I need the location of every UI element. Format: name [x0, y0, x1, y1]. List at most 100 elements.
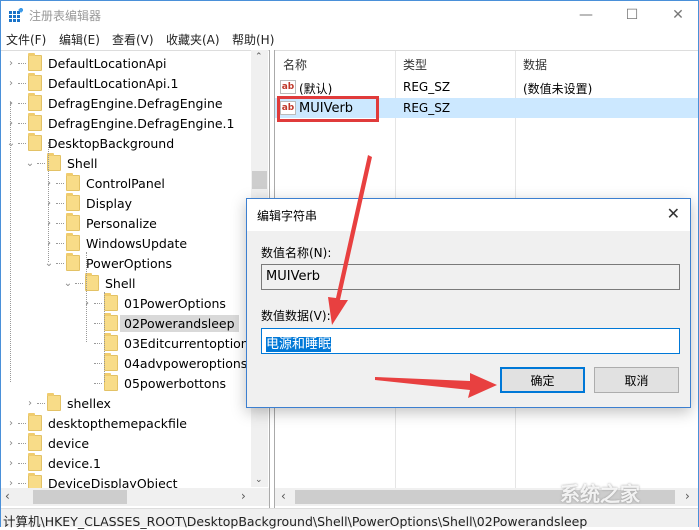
value-data-input[interactable]: 电源和睡眠: [261, 328, 680, 354]
tree-connector: [37, 162, 45, 164]
chevron-right-icon[interactable]: ›: [44, 238, 54, 249]
column-header-data[interactable]: 数据: [523, 56, 547, 73]
tree-scroll-thumb[interactable]: [252, 171, 267, 189]
tree-connector: [18, 422, 26, 424]
value-data-label: 数值数据(V):: [261, 309, 331, 323]
tree-item[interactable]: › shellex: [25, 393, 111, 413]
column-header-type[interactable]: 类型: [403, 56, 427, 73]
maximize-button[interactable]: ☐: [609, 1, 655, 29]
title-bar: 注册表编辑器 — ☐ ✕: [1, 1, 698, 29]
chevron-right-icon[interactable]: ›: [6, 438, 16, 449]
minimize-button[interactable]: —: [563, 1, 609, 29]
tree-guide-line: [104, 292, 105, 382]
chevron-right-icon[interactable]: ›: [6, 418, 16, 429]
chevron-right-icon[interactable]: ›: [44, 178, 54, 189]
folder-icon: [104, 353, 118, 371]
folder-icon: [28, 113, 42, 131]
tree-item[interactable]: › DefaultLocationApi: [6, 53, 167, 73]
tree-item-label: DesktopBackground: [48, 135, 175, 151]
tree-item[interactable]: ⌄ DesktopBackground: [6, 133, 174, 153]
menu-favorites[interactable]: 收藏夹(A): [166, 31, 220, 48]
tree-item[interactable]: ⌄ PowerOptions: [44, 253, 172, 273]
tree-connector: [56, 262, 64, 264]
chevron-right-icon[interactable]: ›: [6, 78, 16, 89]
edit-string-dialog: 编辑字符串 ✕ 数值名称(N): MUIVerb 数值数据(V): 电源和睡眠 …: [246, 198, 691, 408]
registry-app-icon: [9, 8, 23, 22]
tree-connector: [56, 222, 64, 224]
tree-item[interactable]: ⌄ Shell: [63, 273, 136, 293]
chevron-right-icon[interactable]: ›: [44, 198, 54, 209]
tree-item[interactable]: › DefragEngine.DefragEngine.1: [6, 113, 234, 133]
tree-item[interactable]: › DefaultLocationApi.1: [6, 73, 178, 93]
menu-bar: 文件(F) 编辑(E) 查看(V) 收藏夹(A) 帮助(H): [1, 29, 698, 49]
cancel-button[interactable]: 取消: [594, 367, 679, 393]
column-header-name[interactable]: 名称: [283, 56, 307, 73]
tree-item-label: DefaultLocationApi: [48, 55, 167, 71]
value-name-field[interactable]: MUIVerb: [261, 264, 680, 290]
tree-item-label: device.1: [48, 455, 101, 471]
chevron-right-icon[interactable]: ›: [6, 118, 16, 129]
menu-file[interactable]: 文件(F): [6, 31, 46, 48]
tree-guide-line: [86, 252, 87, 342]
tree-connector: [37, 402, 45, 404]
tree-item[interactable]: › desktopthemepackfile: [6, 413, 187, 433]
tree-item[interactable]: › device: [6, 433, 89, 453]
dialog-close-icon[interactable]: ✕: [667, 204, 680, 223]
chevron-down-icon[interactable]: ⌄: [44, 258, 54, 269]
tree-item[interactable]: › WindowsUpdate: [44, 233, 187, 253]
folder-icon: [104, 313, 118, 331]
value-data: (数值未设置): [523, 82, 593, 96]
tree-item[interactable]: › Display: [44, 193, 132, 213]
folder-icon: [28, 133, 42, 151]
scroll-right-icon[interactable]: ›: [685, 489, 690, 503]
scroll-up-icon[interactable]: ⌃: [255, 52, 263, 62]
list-header: 名称 类型 数据: [275, 51, 698, 75]
chevron-right-icon[interactable]: ›: [6, 458, 16, 469]
menu-view[interactable]: 查看(V): [112, 31, 154, 48]
folder-icon: [104, 293, 118, 311]
tree-item-label: WindowsUpdate: [86, 235, 188, 251]
folder-icon: [28, 433, 42, 451]
tree-item[interactable]: › device.1: [6, 453, 101, 473]
chevron-right-icon[interactable]: ›: [6, 98, 16, 109]
tree-connector: [18, 62, 26, 64]
chevron-right-icon[interactable]: ›: [44, 218, 54, 229]
tree-item[interactable]: ⌄ Shell: [25, 153, 98, 173]
value-row[interactable]: ab (默认) REG_SZ (数值未设置): [275, 77, 698, 97]
tree-item[interactable]: 04advpoweroptions: [82, 353, 247, 373]
tree-item-label: Display: [86, 195, 133, 211]
scroll-down-icon[interactable]: ⌄: [255, 475, 263, 485]
tree-connector: [18, 482, 26, 484]
scroll-left-icon[interactable]: ‹: [281, 489, 286, 503]
tree-connector: [56, 202, 64, 204]
menu-help[interactable]: 帮助(H): [232, 31, 274, 48]
tree-connector: [18, 102, 26, 104]
chevron-down-icon[interactable]: ⌄: [63, 278, 73, 289]
chevron-down-icon[interactable]: ⌄: [25, 158, 35, 169]
folder-icon: [66, 233, 80, 251]
tree-item[interactable]: 03Editcurrentoptions: [82, 333, 255, 353]
tree-item[interactable]: › DefragEngine.DefragEngine: [6, 93, 223, 113]
chevron-right-icon[interactable]: ›: [25, 398, 35, 409]
chevron-down-icon[interactable]: ⌄: [6, 138, 16, 149]
tree-item-label: DefragEngine.DefragEngine.1: [48, 115, 235, 131]
chevron-right-icon[interactable]: ›: [6, 478, 16, 489]
chevron-right-icon[interactable]: ›: [6, 58, 16, 69]
scroll-right-icon[interactable]: ›: [241, 489, 246, 503]
tree-item-label: 03Editcurrentoptions: [124, 335, 256, 351]
tree-item[interactable]: › ControlPanel: [44, 173, 165, 193]
tree-item-label: ControlPanel: [86, 175, 165, 191]
chevron-right-icon[interactable]: ›: [82, 298, 92, 309]
tree-connector: [94, 322, 102, 324]
scroll-left-icon[interactable]: ‹: [5, 489, 10, 503]
tree-item-label: DefragEngine.DefragEngine: [48, 95, 223, 111]
tree-hscroll-thumb[interactable]: [33, 490, 127, 504]
string-value-icon: ab: [280, 80, 296, 94]
tree-item[interactable]: 02Powerandsleep: [82, 313, 239, 333]
menu-edit[interactable]: 编辑(E): [59, 31, 100, 48]
tree-horizontal-scrollbar[interactable]: ‹ ›: [1, 488, 269, 506]
ok-button[interactable]: 确定: [500, 367, 585, 393]
tree-item[interactable]: › Personalize: [44, 213, 157, 233]
tree-item-label: 01PowerOptions: [124, 295, 226, 311]
close-button[interactable]: ✕: [655, 1, 699, 29]
